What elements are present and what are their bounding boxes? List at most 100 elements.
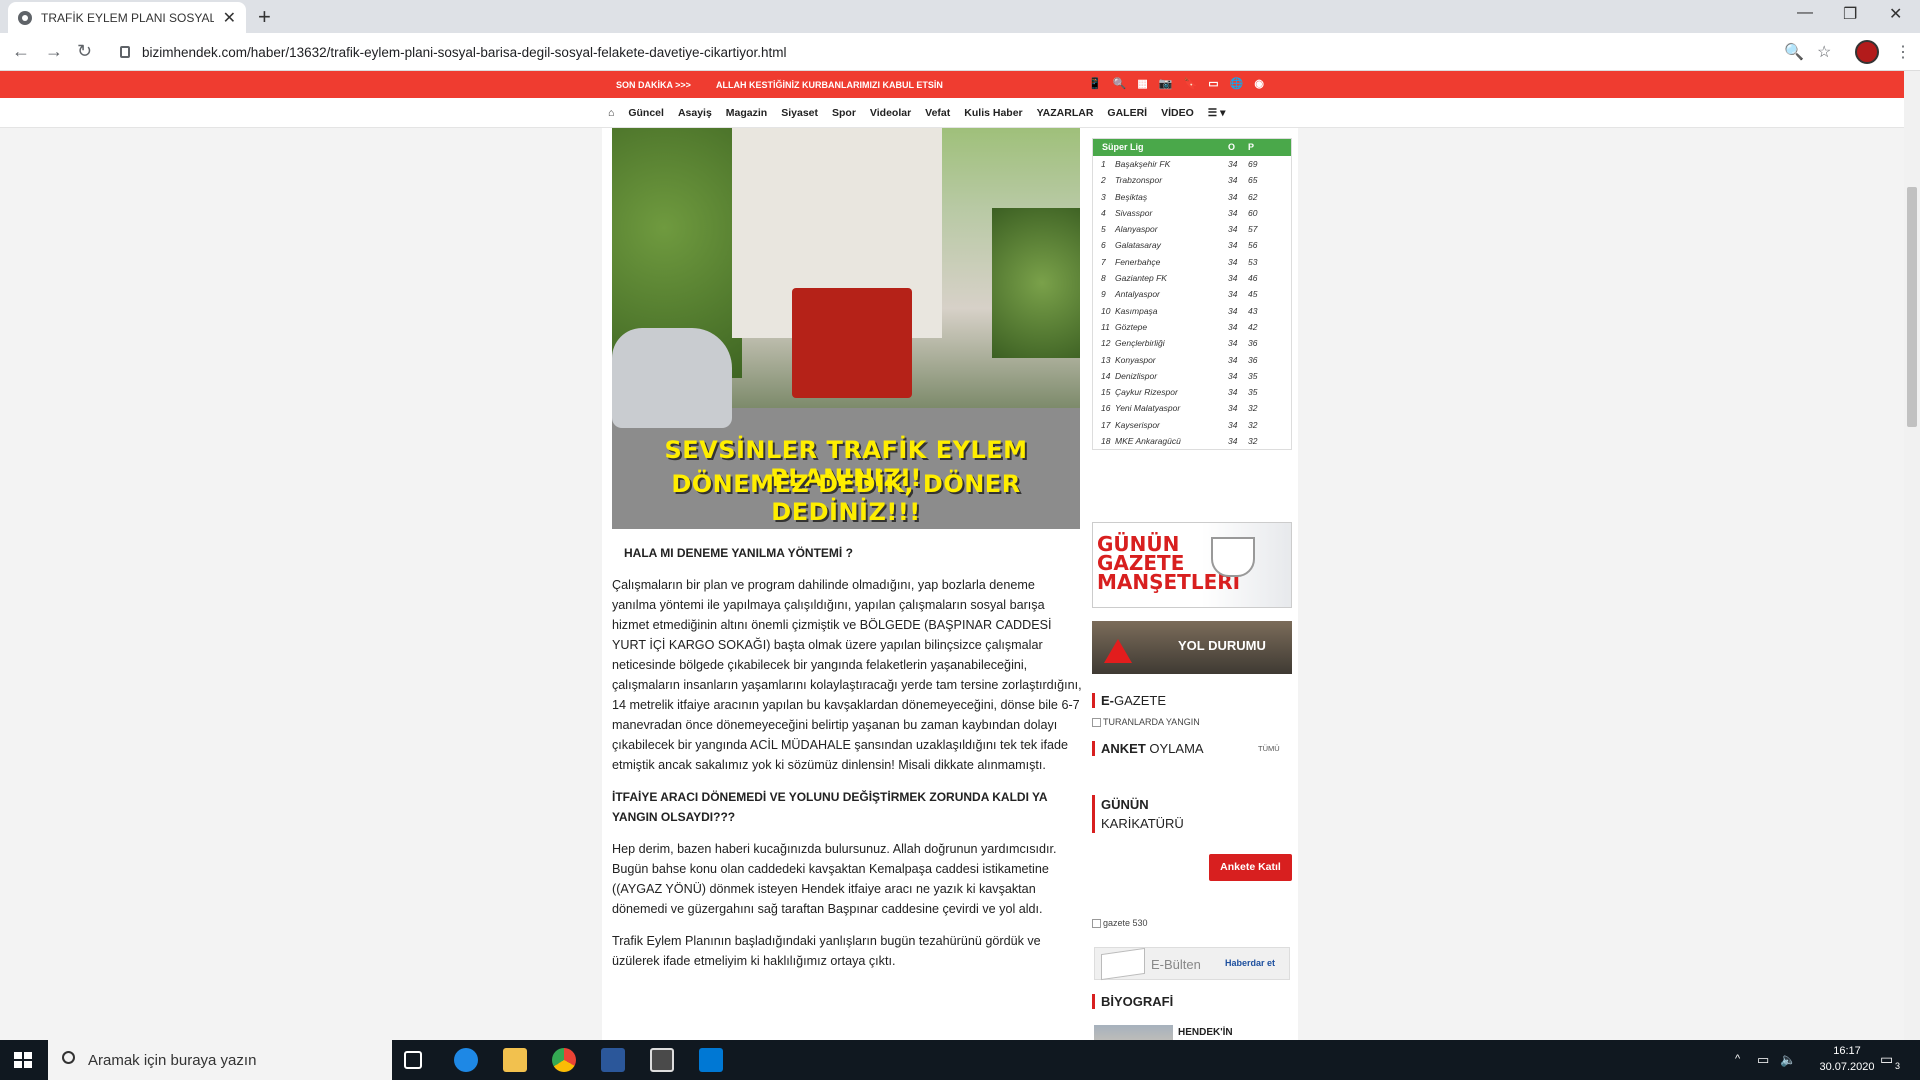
league-cell-team: Trabzonspor [1115,175,1163,186]
league-cell-o: 34 [1228,387,1238,398]
league-cell-p: 36 [1248,354,1258,365]
back-button[interactable]: ← [12,41,30,62]
card-icon[interactable]: ▭ [1208,77,1218,90]
league-cell-o: 34 [1228,273,1238,284]
restore-button[interactable]: ❐ [1843,4,1857,24]
camera-icon[interactable]: 📷 [1159,77,1173,90]
scrollbar-thumb[interactable] [1907,187,1917,427]
browser-menu-icon[interactable]: ⋮ [1895,42,1911,62]
word-icon[interactable] [601,1048,625,1072]
league-cell-p: 32 [1248,436,1258,447]
top-icon-bar: 📱 🔍 ▦ 📷 🔖 ▭ 🌐 ◉ [1088,77,1264,90]
league-row: 13 Konyaspor 34 36 [1093,352,1291,368]
more-menu-icon[interactable]: ☰ ▾ [1208,107,1226,119]
profile-avatar[interactable] [1855,40,1879,64]
menu-item-vefat[interactable]: Vefat [925,107,950,119]
haberdar-et-button[interactable]: Haberdar et [1225,958,1275,968]
tab-close-icon[interactable]: ✕ [223,8,236,28]
globe-icon[interactable]: 🌐 [1230,77,1244,90]
network-icon[interactable]: ▭ [1757,1052,1769,1068]
volume-icon[interactable]: 🔈 [1780,1052,1796,1068]
gazete-mansetleri-banner[interactable]: GÜNÜN GAZETE MANŞETLERİ [1092,522,1292,608]
biyografi-title-link[interactable]: HENDEK'İN GELECEĞİNİ BİRLİKTE İNŞA EDİYO… [1178,1025,1288,1040]
league-row: 17 Kayserispor 34 32 [1093,417,1291,433]
image-car [612,328,732,428]
url-field[interactable]: bizimhendek.com/haber/13632/trafik-eylem… [110,38,1850,66]
rss-icon[interactable]: ◉ [1254,77,1264,90]
forward-button[interactable]: → [45,41,63,62]
edge-icon[interactable] [454,1048,478,1072]
league-cell-p: 60 [1248,207,1258,218]
league-cell-p: 46 [1248,273,1258,284]
league-cell-rank: 13 [1101,354,1111,365]
yol-durumu-banner[interactable]: YOL DURUMU [1092,621,1292,674]
league-cell-team: Konyaspor [1115,354,1156,365]
league-cell-o: 34 [1228,403,1238,414]
breaking-news-bar: SON DAKİKA >>> ALLAH KESTİĞİNİZ KURBANLA… [0,71,1904,98]
league-cell-o: 34 [1228,436,1238,447]
league-cell-o: 34 [1228,159,1238,169]
store-icon[interactable] [650,1048,674,1072]
notification-icon[interactable]: ▭ [1880,1051,1893,1068]
home-icon[interactable]: ⌂ [608,107,614,119]
league-rows: 1 Başakşehir FK 34 69 2 Trabzonspor 34 65 3 Beşik… [1093,156,1291,449]
taskbar-search-field[interactable]: Aramak için buraya yazın [48,1040,392,1080]
mobile-icon[interactable]: 📱 [1088,77,1102,90]
breaking-ticker-link[interactable]: ALLAH KESTİĞİNİZ KURBANLARIMIZI KABUL ET… [716,80,943,90]
menu-item-asayis[interactable]: Asayiş [678,107,712,119]
menu-item-galeri[interactable]: GALERİ [1107,107,1147,119]
task-view-icon[interactable] [404,1051,422,1069]
clock-date[interactable]: 30.07.2020 [1817,1061,1877,1073]
bookmark-star-icon[interactable]: ☆ [1817,42,1831,62]
menu-item-video[interactable]: VİDEO [1161,107,1194,119]
league-cell-p: 65 [1248,175,1258,186]
ankete-katil-button[interactable]: Ankete Katıl [1209,854,1292,881]
ebulten-box: E-Bülten Haberdar et [1094,947,1290,981]
zoom-icon[interactable]: 🔍 [1784,42,1804,62]
clock-time[interactable]: 16:17 [1817,1045,1877,1057]
league-cell-o: 34 [1228,419,1238,430]
mail-icon[interactable] [699,1048,723,1072]
col-header-p: P [1248,142,1255,152]
article-image: SEVSİNLER TRAFİK EYLEM PLANINIZI! DÖNEME… [612,128,1080,529]
search-icon[interactable]: 🔍 [1113,77,1127,90]
file-explorer-icon[interactable] [503,1048,527,1072]
league-cell-rank: 16 [1101,403,1111,414]
league-row: 2 Trabzonspor 34 65 [1093,172,1291,188]
bookmark-icon[interactable]: 🔖 [1184,77,1198,90]
league-cell-o: 34 [1228,354,1238,365]
biyografi-thumbnail[interactable] [1094,1025,1173,1040]
newspaper-icon[interactable]: ▦ [1137,77,1147,90]
menu-item-spor[interactable]: Spor [832,107,856,119]
menu-item-magazin[interactable]: Magazin [726,107,767,119]
article-paragraph: Trafik Eylem Planının başladığındaki yan… [612,934,1041,968]
windows-start-icon[interactable] [14,1052,32,1068]
league-cell-team: Çaykur Rizespor [1115,387,1178,398]
league-cell-o: 34 [1228,289,1238,300]
web-page: SON DAKİKA >>> ALLAH KESTİĞİNİZ KURBANLA… [0,71,1904,1040]
menu-item-videolar[interactable]: Videolar [870,107,911,119]
new-tab-button[interactable]: + [258,4,271,30]
anket-all-link[interactable]: TÜMÜ [1258,744,1280,753]
page-scrollbar[interactable] [1904,71,1920,1040]
tray-chevron-icon[interactable]: ^ [1735,1053,1740,1065]
article-body: HALA MI DENEME YANILMA YÖNTEMİ ? Çalışma… [612,543,1082,983]
anket-heading-bold: ANKET [1101,741,1146,756]
menu-item-kulis-haber[interactable]: Kulis Haber [964,107,1022,119]
karikatur-item[interactable]: gazete 530 [1092,918,1148,928]
col-header-o: O [1228,142,1236,152]
reload-button[interactable]: ↻ [77,41,92,62]
league-cell-team: Göztepe [1115,321,1148,332]
browser-tab[interactable]: TRAFİK EYLEM PLANI SOSYAL BA ✕ [8,2,246,33]
egazete-heading-bold: E- [1101,693,1114,708]
menu-item-yazarlar[interactable]: YAZARLAR [1037,107,1094,119]
chrome-icon[interactable] [552,1048,576,1072]
league-cell-p: 42 [1248,321,1258,332]
league-cell-p: 35 [1248,387,1258,398]
egazete-item[interactable]: TURANLARDA YANGIN [1092,717,1200,727]
image-placeholder-icon [1092,717,1101,727]
menu-item-siyaset[interactable]: Siyaset [781,107,818,119]
close-window-button[interactable]: ✕ [1889,4,1902,24]
menu-item-guncel[interactable]: Güncel [628,107,664,119]
minimize-button[interactable]: — [1797,4,1813,22]
